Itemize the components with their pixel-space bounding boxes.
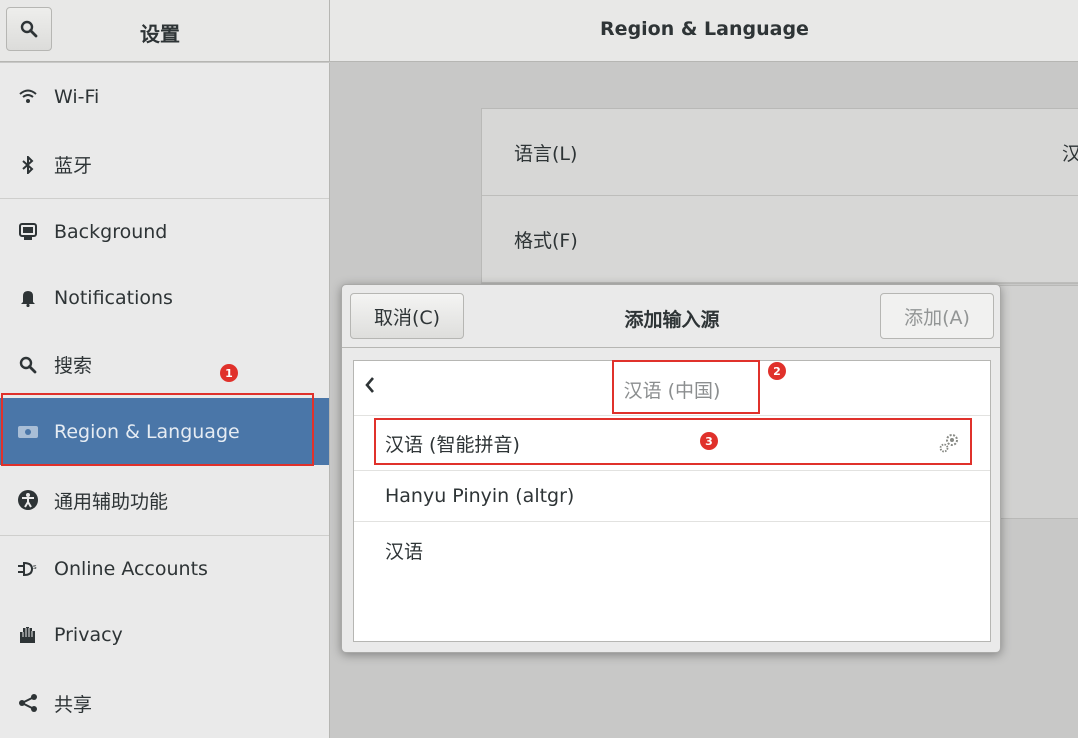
sidebar-item-label: 蓝牙 [54, 155, 93, 177]
share-icon [16, 691, 40, 715]
search-icon [20, 20, 38, 38]
annotation-badge-3: 3 [700, 432, 718, 450]
formats-row[interactable]: 格式(F) [482, 196, 1078, 283]
wifi-icon [16, 85, 40, 109]
sidebar-item-bluetooth[interactable]: 蓝牙 [0, 131, 329, 198]
annotation-box-region [1, 393, 314, 466]
sidebar-item-search[interactable]: 搜索 [0, 331, 329, 398]
svg-text:s: s [33, 563, 37, 571]
language-value: 汉 [1061, 142, 1078, 165]
sidebar-item-label: Notifications [54, 287, 173, 309]
sidebar-item-notifications[interactable]: Notifications [0, 265, 329, 331]
list-item[interactable]: Hanyu Pinyin (altgr) [354, 471, 990, 522]
settings-title: 设置 [140, 22, 180, 46]
sidebar-item-sharing[interactable]: 共享 [0, 668, 329, 738]
sidebar-item-accessibility[interactable]: 通用辅助功能 [0, 465, 329, 535]
settings-list: 语言(L) 汉 格式(F) [481, 108, 1078, 284]
formats-label: 格式(F) [514, 229, 578, 252]
sidebar-item-label: Privacy [54, 624, 123, 646]
accessibility-icon [16, 488, 40, 512]
add-input-source-dialog: 取消(C) 添加输入源 添加(A) 汉语 (中国) 汉语 (智能拼音) Hany… [341, 284, 1001, 653]
sidebar-item-label: Background [54, 221, 168, 243]
bluetooth-icon [16, 153, 40, 177]
add-button[interactable]: 添加(A) [880, 293, 994, 339]
online-accounts-icon: s [16, 557, 40, 581]
sidebar-item-label: 通用辅助功能 [54, 490, 169, 513]
dialog-header: 取消(C) 添加输入源 添加(A) [342, 285, 1000, 348]
sidebar-item-label: 搜索 [54, 355, 93, 377]
header-bar: 设置 Region & Language [0, 0, 1078, 62]
list-item-label: 汉语 [385, 541, 424, 563]
sidebar-item-label: 共享 [54, 693, 93, 716]
list-item[interactable]: 汉语 [354, 522, 990, 579]
cancel-button[interactable]: 取消(C) [350, 293, 464, 339]
search-icon [16, 353, 40, 377]
dialog-title: 添加输入源 [624, 309, 720, 331]
search-button[interactable] [6, 7, 52, 51]
annotation-box-language-title [612, 360, 760, 414]
sidebar-item-online-accounts[interactable]: s Online Accounts [0, 536, 329, 602]
annotation-box-pinyin [374, 418, 972, 465]
annotation-badge-1: 1 [220, 364, 238, 382]
hand-icon [16, 623, 40, 647]
sidebar-item-label: Online Accounts [54, 558, 208, 580]
sidebar-item-wifi[interactable]: Wi-Fi [0, 63, 329, 131]
sidebar-item-privacy[interactable]: Privacy [0, 602, 329, 668]
background-icon [16, 220, 40, 244]
language-row[interactable]: 语言(L) 汉 [482, 109, 1078, 196]
annotation-badge-2: 2 [768, 362, 786, 380]
sidebar-item-background[interactable]: Background [0, 199, 329, 265]
header-left: 设置 [0, 0, 330, 62]
sidebar-item-label: Wi-Fi [54, 86, 100, 108]
language-label: 语言(L) [514, 142, 578, 165]
panel-title: Region & Language [600, 18, 809, 40]
bell-icon [16, 286, 40, 310]
list-item-label: Hanyu Pinyin (altgr) [385, 485, 575, 507]
